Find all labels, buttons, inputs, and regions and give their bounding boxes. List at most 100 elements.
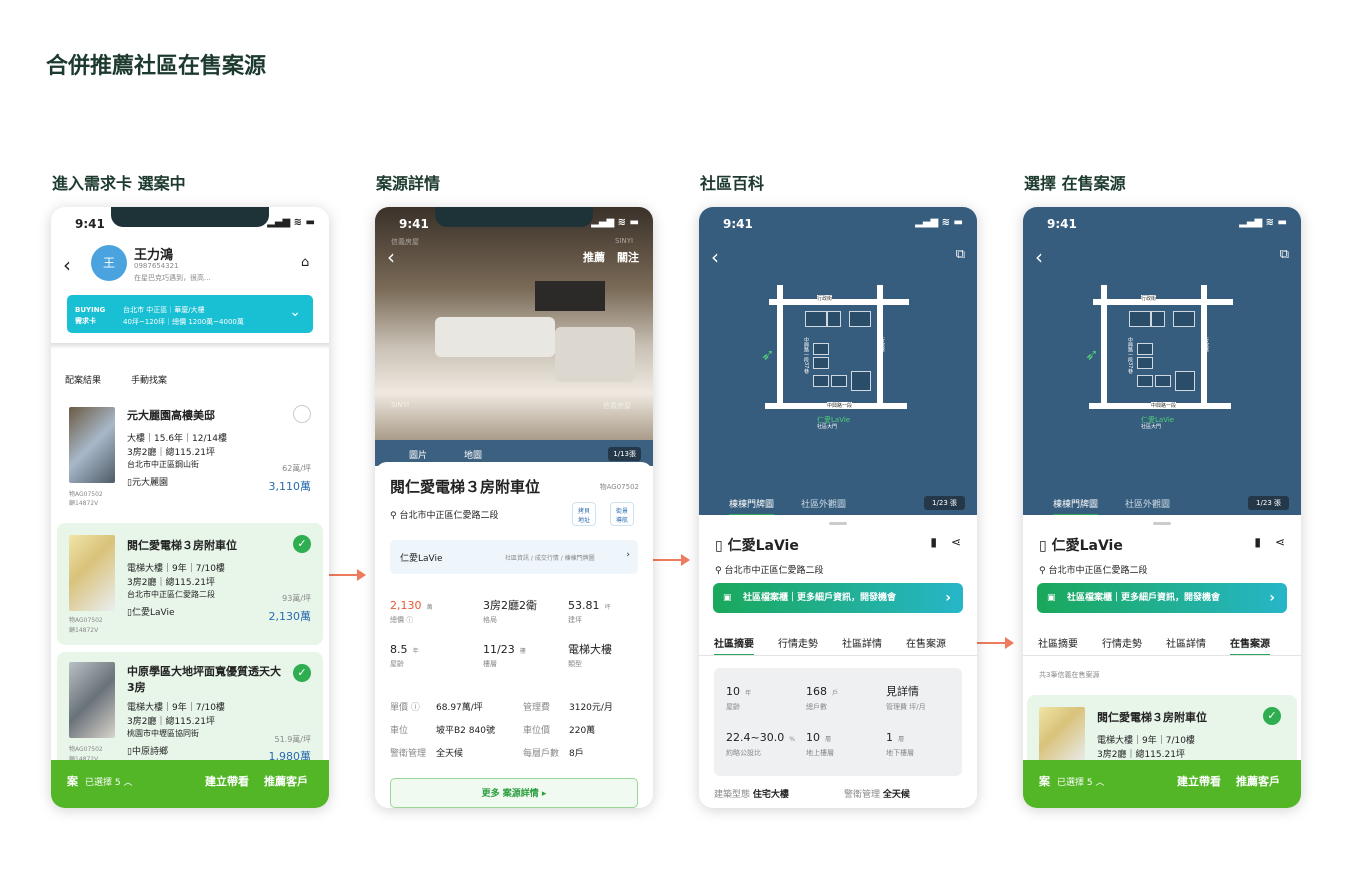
recommend-client-button[interactable]: 推薦客戶 [264,773,308,789]
map-building [831,375,847,387]
back-icon[interactable]: ‹ [387,245,395,269]
tab-details[interactable]: 社區詳情 [842,635,882,656]
community-archive-button[interactable]: ▣ 社區檔案櫃｜更多細戶資訊，開發機會 › [1037,583,1287,613]
tab-door-map[interactable]: 棟棟門牌圖 [1053,497,1099,516]
select-checkbox[interactable] [293,405,311,423]
tab-map[interactable]: 地圖 [464,448,482,461]
back-icon[interactable]: ‹ [1035,245,1043,269]
phone-community: 行政街 中興路一段 中興路一段37巷 行政巷 仁愛LaVie 社區大門 ➶ 9:41 ▂▄▆ … [699,207,977,808]
agent-id: 顧14872V [69,500,99,507]
need-card-label: 需求卡 [75,317,96,325]
stat-unit: 樓 [519,648,526,655]
status-time: 9:41 [75,217,105,231]
agent-id: 顧14872V [69,627,99,634]
archive-icon: ▣ [1047,593,1056,603]
map-building [813,375,829,387]
stat-value: 168 [806,685,827,698]
info-value: 全天候 [436,749,464,759]
tab-for-sale[interactable]: 在售案源 [1230,635,1270,656]
listing-card[interactable]: 元大麗園高樓美邸 大樓｜15.6年｜12/14樓 3房2廳｜總115.21坪 台… [57,399,323,517]
tab-price-trend[interactable]: 行情走勢 [1102,635,1142,656]
listing-address: 台北市中正區鋼山街 [127,460,199,469]
copy-address-button[interactable]: 拷貝 地址 [572,502,596,526]
map-building [1137,357,1153,369]
bottom-action-bar: 案 已選擇 5 ︿ 建立帶看 推薦客戶 [1023,760,1301,808]
stat-item: 22.4~30.0 % 約略公設比 [726,726,795,758]
listing-card[interactable]: 閱仁愛電梯３房附車位 ✓ 電梯大樓｜9年｜7/10樓 3房2廳｜總115.21坪 [1027,695,1297,765]
selected-count[interactable]: 已選擇 5 ︿ [1057,775,1104,788]
tab-match[interactable]: 配案結果 [65,373,101,386]
watermark: SINYI [615,237,634,245]
road-label: 中興路一段 [1151,402,1177,409]
store-icon[interactable]: ⌂ [301,255,309,270]
create-viewing-button[interactable]: 建立帶看 [205,773,249,789]
community-map[interactable]: 行政街 中興路一段 中興路一段37巷 行政巷 仁愛LaVie 社區大門 ➶ [699,207,977,515]
client-note: 在星巴克巧遇到，很高... [134,274,211,282]
check-icon[interactable]: ✓ [293,664,311,682]
create-viewing-button[interactable]: 建立帶看 [1177,773,1221,789]
divider [51,343,329,349]
back-icon[interactable]: ‹ [63,253,71,277]
client-name: 王力鴻 [134,248,174,263]
book-icon[interactable]: ▮ [930,535,937,549]
listing-line1: 電梯大樓｜9年｜7/10樓 [127,564,225,574]
share-icon[interactable]: ⋖ [1275,535,1285,549]
tab-door-map[interactable]: 棟棟門牌圖 [729,497,775,516]
selected-count[interactable]: 已選擇 5 ︿ [85,775,132,788]
more-detail-button[interactable]: 更多 案源詳情 ▸ [390,778,638,808]
tab-manual[interactable]: 手動找案 [131,373,167,386]
check-icon[interactable]: ✓ [293,535,311,553]
community-archive-button[interactable]: ▣ 社區檔案櫃｜更多細戶資訊，開發機會 › [713,583,963,613]
community-link-bar[interactable]: 仁愛LaVie 社區資訊 / 成交行情 / 棟棟門牌圖 › [390,540,638,574]
stat-label: 總戶數 [806,703,827,711]
map-building [1151,311,1165,327]
tab-details[interactable]: 社區詳情 [1166,635,1206,656]
tab-summary[interactable]: 社區摘要 [1038,635,1078,656]
tab-summary[interactable]: 社區摘要 [714,635,754,656]
listing-card[interactable]: 閱仁愛電梯３房附車位 ✓ 電梯大樓｜9年｜7/10樓 3房2廳｜總115.21坪… [57,523,323,645]
back-icon[interactable]: ‹ [711,245,719,269]
community-map[interactable]: 行政街 中興路一段 中興路一段37巷 行政巷 仁愛LaVie 社區大門 ➶ [1023,207,1301,515]
check-icon[interactable]: ✓ [1263,707,1281,725]
listing-line1: 電梯大樓｜9年｜7/10樓 [1097,736,1195,746]
drag-handle[interactable] [829,522,847,525]
listing-title: 閱仁愛電梯３房附車位 [127,539,237,552]
info-label: 單價 ⓘ [390,703,420,713]
tab-for-sale[interactable]: 在售案源 [906,635,946,656]
community-name: 仁愛LaVie [131,608,175,618]
stat-item: 電梯大樓 類型 [568,638,612,669]
street-nav-button[interactable]: 街景 導航 [610,502,634,526]
map-building [813,343,829,355]
road-label: 中興路一段37巷 [803,337,809,374]
stat-value: 22.4~30.0 [726,731,785,744]
status-time: 9:41 [399,217,429,231]
stat-label: 總價 ⓘ [390,616,414,624]
status-bar: 9:41 ▂▄▆ ≋ ▬ [699,207,977,239]
tab-exterior[interactable]: 社區外觀圖 [1125,497,1170,510]
recommend-button[interactable]: 推薦 [583,249,605,265]
recommend-client-button[interactable]: 推薦客戶 [1236,773,1280,789]
community-links[interactable]: 社區資訊 / 成交行情 / 棟棟門牌圖 [505,553,595,562]
stat-label: 屋齡 [726,703,740,711]
info-value: 3120元/月 [569,703,613,713]
photo-count: 1/23 張 [1248,496,1289,510]
need-card-banner[interactable]: BUYING 需求卡 台北市 中正區｜華廈/大樓 40坪~120坪｜總價 120… [67,295,313,333]
share-screen-icon[interactable]: ⧉ [956,247,965,262]
stat-item: 1 層地下樓層 [886,726,914,758]
tab-price-trend[interactable]: 行情走勢 [778,635,818,656]
share-icon[interactable]: ⋖ [951,535,961,549]
sofa-shape [435,317,555,357]
chevron-down-icon[interactable]: ⌄ [289,304,301,320]
book-icon[interactable]: ▮ [1254,535,1261,549]
road-label: 中興路一段37巷 [1127,337,1133,374]
follow-button[interactable]: 關注 [617,249,639,265]
need-line2: 40坪~120坪｜總價 1200萬~4000萬 [123,318,244,326]
share-screen-icon[interactable]: ⧉ [1280,247,1289,262]
drag-handle[interactable] [1153,522,1171,525]
listing-id: 物AG07502 [69,491,103,498]
map-building [1137,343,1153,355]
tab-exterior[interactable]: 社區外觀圖 [801,497,846,510]
listing-card[interactable]: 中原學區大地坪面寬優質透天大3房 ✓ 電梯大樓｜9年｜7/10樓 3房2廳｜總1… [57,652,323,772]
road-label: 行政巷 [879,337,885,352]
wall-art [535,281,605,311]
